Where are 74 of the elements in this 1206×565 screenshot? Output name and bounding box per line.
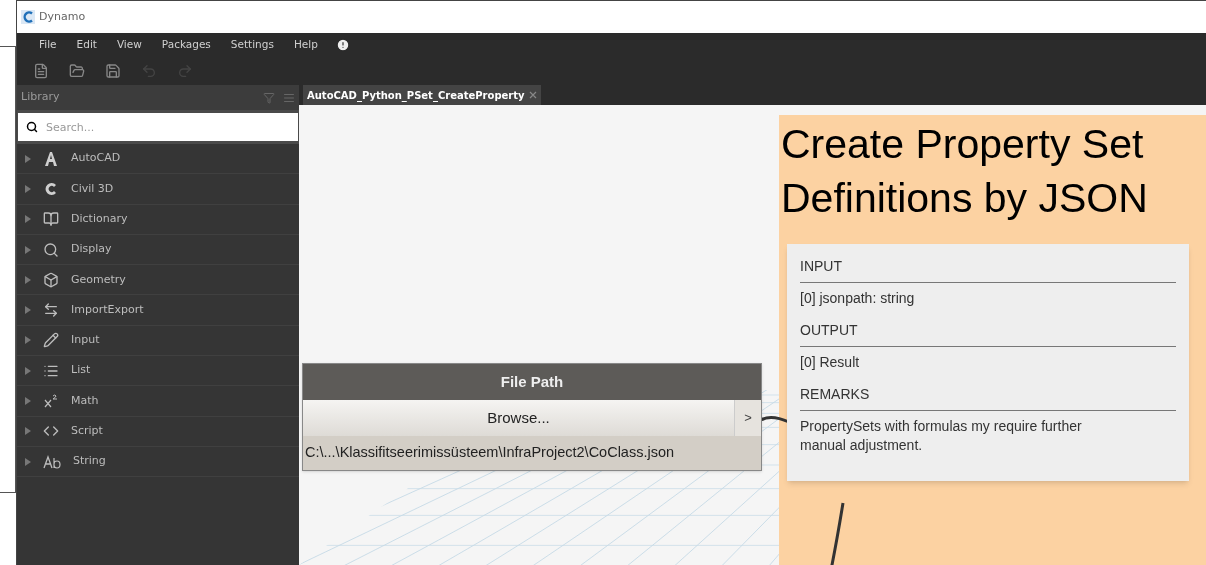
- library-item[interactable]: Geometry: [17, 265, 299, 296]
- library-item-label: Geometry: [71, 271, 126, 288]
- library-item[interactable]: Math: [17, 386, 299, 417]
- close-icon[interactable]: [528, 91, 537, 99]
- section-text: [0] Result: [800, 353, 861, 372]
- library-item[interactable]: Script: [17, 416, 299, 447]
- library-item-label: Math: [71, 392, 99, 409]
- library-item[interactable]: ImportExport: [17, 295, 299, 326]
- file-path-value: C:\...\Klassifitseerimissüsteem\InfraProject2\CoClass.json: [305, 443, 675, 463]
- menu-item[interactable]: Packages: [151, 37, 221, 53]
- library-item-label: Display: [71, 241, 112, 258]
- expand-arrow-icon: [25, 366, 31, 375]
- magnifier-icon: [43, 241, 59, 258]
- library-item[interactable]: AutoCAD: [17, 144, 299, 175]
- text-style-icon: [43, 454, 61, 469]
- browse-button[interactable]: Browse...: [303, 400, 735, 436]
- expand-arrow-icon: [25, 306, 31, 315]
- list-view-icon[interactable]: [283, 91, 295, 104]
- expand-arrow-icon: [25, 457, 31, 466]
- expand-arrow-icon: [25, 184, 31, 193]
- letter-a-icon: [43, 150, 59, 167]
- library-item[interactable]: String: [17, 446, 299, 478]
- expand-arrow-icon: [25, 154, 31, 163]
- undo-icon[interactable]: [141, 63, 157, 79]
- open-folder-icon[interactable]: [69, 63, 85, 79]
- letter-c-icon: [43, 180, 59, 197]
- library-item[interactable]: List: [17, 356, 299, 387]
- section-heading: OUTPUT: [800, 320, 1176, 347]
- library-item-label: Dictionary: [71, 211, 128, 227]
- library-item-label: Civil 3D: [71, 180, 114, 197]
- library-item[interactable]: Display: [17, 234, 299, 266]
- document-tab[interactable]: AutoCAD_Python_PSet_CreateProperty: [303, 85, 541, 105]
- library-item[interactable]: Dictionary: [17, 204, 299, 235]
- section-heading: INPUT: [800, 256, 1176, 283]
- expand-arrow-icon: [25, 397, 31, 405]
- menu-item[interactable]: Edit: [66, 37, 107, 53]
- output-port[interactable]: >: [735, 400, 761, 436]
- library-item-label: Script: [71, 423, 103, 440]
- alert-icon[interactable]: [335, 38, 350, 52]
- x-squared-icon: [43, 393, 59, 409]
- node-title: File Path: [500, 371, 564, 392]
- section-text: PropertySets with formulas my require further manual adjustment.: [800, 417, 1083, 455]
- expand-arrow-icon: [25, 336, 31, 345]
- search-field[interactable]: Search...: [18, 113, 298, 141]
- library-item-label: Input: [71, 332, 100, 349]
- group-title: Create Property Set Definitions by JSON: [780, 120, 1149, 223]
- menu-item[interactable]: View: [106, 37, 152, 53]
- menu-item[interactable]: Settings: [220, 37, 284, 53]
- book-icon: [43, 211, 59, 228]
- library-item-label: List: [71, 362, 91, 379]
- expand-arrow-icon: [25, 275, 31, 284]
- expand-arrow-icon: [25, 427, 31, 436]
- expand-arrow-icon: [25, 215, 31, 224]
- expand-arrow-icon: [25, 245, 31, 254]
- redo-icon[interactable]: [177, 63, 193, 79]
- search-icon: [26, 121, 38, 133]
- section-text: [0] jsonpath: string: [800, 289, 916, 308]
- filter-icon[interactable]: [263, 91, 275, 104]
- new-file-icon[interactable]: [33, 63, 49, 79]
- app-logo-icon: [21, 10, 35, 24]
- library-item[interactable]: Input: [17, 325, 299, 357]
- menu-item[interactable]: Help: [283, 37, 328, 53]
- library-item[interactable]: Civil 3D: [17, 174, 299, 205]
- menu-item[interactable]: File: [29, 37, 67, 53]
- library-item-label: AutoCAD: [71, 150, 121, 167]
- library-item-label: ImportExport: [71, 301, 144, 318]
- library-title: Library: [21, 89, 61, 106]
- save-icon[interactable]: [105, 63, 121, 79]
- cube-icon: [43, 271, 59, 288]
- arrows-icon: [43, 302, 59, 319]
- window-title: Dynamo: [39, 8, 86, 25]
- pencil-icon: [43, 332, 59, 349]
- section-heading: REMARKS: [800, 384, 1176, 411]
- library-item-label: String: [73, 453, 106, 470]
